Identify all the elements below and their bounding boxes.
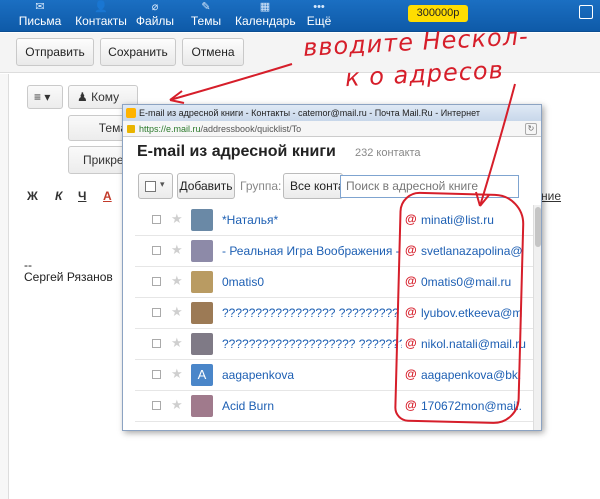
contact-name[interactable]: Acid Burn: [222, 399, 402, 413]
row-checkbox[interactable]: [152, 215, 161, 224]
contact-name[interactable]: ???????????????????? ?????????: [222, 337, 402, 351]
text-color-button[interactable]: А: [103, 189, 112, 203]
left-sidebar: [0, 74, 9, 499]
avatar: A: [191, 364, 213, 386]
nav-item-calendar[interactable]: ▦ Календарь: [235, 0, 296, 32]
nav-item-contacts[interactable]: 👤 Контакты: [70, 0, 132, 32]
contact-count: 232 контакта: [355, 147, 421, 159]
nav-item-label: Письма: [18, 14, 62, 28]
reload-icon[interactable]: ↻: [525, 123, 537, 135]
avatar: [191, 240, 213, 262]
avatar: [191, 271, 213, 293]
url-path: /addressbook/quicklist/To: [200, 124, 302, 134]
star-icon[interactable]: ★: [171, 366, 183, 382]
underline-button[interactable]: Ч: [78, 189, 86, 203]
star-icon[interactable]: ★: [171, 211, 183, 227]
row-checkbox[interactable]: [152, 370, 161, 379]
envelope-icon: ✉: [35, 1, 45, 13]
lock-icon: [127, 125, 135, 133]
star-icon[interactable]: ★: [171, 335, 183, 351]
star-icon[interactable]: ★: [171, 397, 183, 413]
add-button[interactable]: Добавить: [177, 173, 235, 199]
contact-name[interactable]: - Реальная Игра Воображения -: [222, 244, 402, 258]
formatting-option-fragment[interactable]: ние: [541, 189, 561, 203]
star-icon[interactable]: ★: [171, 304, 183, 320]
group-label: Группа:: [240, 179, 282, 193]
popup-title-bar: E-mail из адресной книги - Контакты - ca…: [123, 105, 541, 121]
calendar-icon: ▦: [259, 1, 271, 13]
balance-badge[interactable]: 300000р: [408, 5, 468, 22]
url-host: https://e.mail.ru: [139, 124, 201, 134]
row-checkbox[interactable]: [152, 277, 161, 286]
avatar: [191, 395, 213, 417]
scrollbar-thumb[interactable]: [535, 207, 541, 247]
row-checkbox[interactable]: [152, 308, 161, 317]
person-icon: ♟: [77, 90, 88, 104]
group-select[interactable]: Все контакты: [283, 173, 343, 199]
nav-item-more[interactable]: ••• Ещё: [304, 0, 334, 32]
nav-item-mail[interactable]: ✉ Письма: [14, 0, 66, 32]
avatar: [191, 333, 213, 355]
browser-icon: [126, 108, 136, 118]
to-label: Кому: [91, 90, 120, 104]
nav-item-label: Темы: [190, 14, 222, 28]
contact-name[interactable]: ????????????????? ?????????: [222, 306, 402, 320]
menu-icon: ≡ ▾: [34, 90, 51, 104]
nav-item-label: Ещё: [306, 14, 332, 28]
window-icon[interactable]: [579, 5, 593, 19]
menu-dropdown-button[interactable]: ≡ ▾: [27, 85, 63, 109]
more-dots-icon: •••: [313, 1, 325, 13]
nav-item-label: Календарь: [235, 14, 296, 28]
nav-item-files[interactable]: ⌀ Файлы: [133, 0, 177, 32]
popup-window-title: E-mail из адресной книги - Контакты - ca…: [139, 108, 480, 118]
cancel-button[interactable]: Отмена: [182, 38, 244, 66]
contact-name[interactable]: *Наталья*: [222, 213, 402, 227]
brush-icon: ✎: [201, 1, 211, 13]
avatar: [191, 302, 213, 324]
row-checkbox[interactable]: [152, 246, 161, 255]
nav-item-label: Файлы: [135, 14, 175, 28]
person-icon: 👤: [94, 1, 108, 13]
contact-name[interactable]: aagapenkova: [222, 368, 402, 382]
popup-address-bar[interactable]: https://e.mail.ru/addressbook/quicklist/…: [123, 121, 541, 137]
send-button[interactable]: Отправить: [16, 38, 94, 66]
star-icon[interactable]: ★: [171, 273, 183, 289]
nav-item-label: Контакты: [75, 14, 127, 28]
save-button[interactable]: Сохранить: [100, 38, 176, 66]
select-all-dropdown[interactable]: ▾: [138, 173, 173, 199]
scrollbar[interactable]: [533, 205, 541, 430]
annotation-highlight-oval: [394, 191, 525, 425]
contact-name[interactable]: 0matis0: [222, 275, 402, 289]
row-checkbox[interactable]: [152, 401, 161, 410]
chevron-down-icon: ▾: [160, 179, 165, 189]
star-icon[interactable]: ★: [171, 242, 183, 258]
popup-heading: E-mail из адресной книги: [137, 143, 336, 160]
signature-name: Сергей Рязанов: [24, 270, 113, 284]
bold-button[interactable]: Ж: [27, 189, 38, 203]
avatar: [191, 209, 213, 231]
checkbox-icon: [145, 181, 156, 192]
italic-button[interactable]: К: [55, 189, 62, 203]
paperclip-icon: ⌀: [151, 1, 159, 13]
nav-item-themes[interactable]: ✎ Темы: [187, 0, 225, 32]
row-checkbox[interactable]: [152, 339, 161, 348]
